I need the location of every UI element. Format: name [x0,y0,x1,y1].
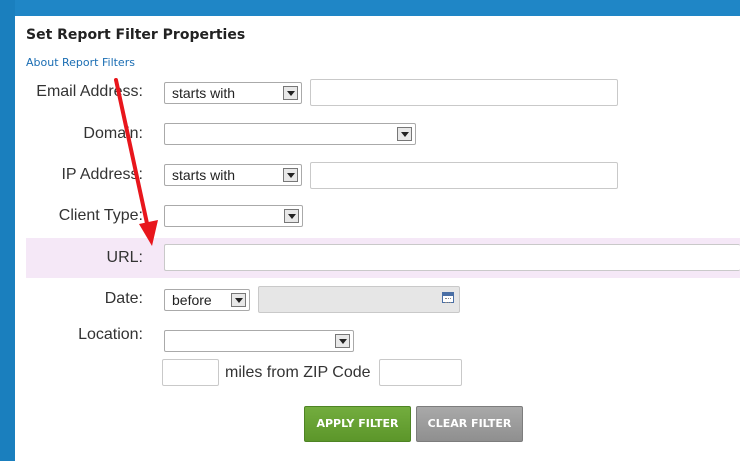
date-input[interactable] [258,286,460,313]
domain-label: Domain: [83,125,143,142]
url-label: URL: [106,249,143,266]
window-frame-left [0,0,15,461]
chevron-down-icon [284,209,299,223]
email-address-label: Email Address: [36,83,143,100]
window-frame-top [0,0,740,16]
email-address-input[interactable] [310,79,618,106]
email-operator-select[interactable]: starts with [164,82,302,104]
client-type-select[interactable] [164,205,303,227]
chevron-down-icon [335,334,350,348]
zip-code-input[interactable] [379,359,462,386]
report-filter-dialog: Set Report Filter Properties About Repor… [15,16,740,461]
zip-label: miles from ZIP Code [225,364,371,381]
chevron-down-icon [283,86,298,100]
date-operator-select[interactable]: before [164,289,250,311]
about-report-filters-link[interactable]: About Report Filters [26,56,135,69]
ip-address-label: IP Address: [61,166,143,183]
domain-select[interactable] [164,123,416,145]
dialog-title: Set Report Filter Properties [26,27,246,43]
ip-address-input[interactable] [310,162,618,189]
location-select[interactable] [164,330,354,352]
chevron-down-icon [397,127,412,141]
email-operator-value: starts with [172,85,236,101]
date-label: Date: [104,290,143,307]
location-label: Location: [78,326,143,343]
chevron-down-icon [231,293,246,307]
calendar-icon[interactable] [442,292,454,303]
url-input[interactable] [164,244,740,271]
client-type-label: Client Type: [58,207,143,224]
apply-filter-button[interactable]: APPLY FILTER [304,406,411,442]
clear-filter-button[interactable]: CLEAR FILTER [416,406,523,442]
ip-operator-select[interactable]: starts with [164,164,302,186]
miles-input[interactable] [162,359,219,386]
ip-operator-value: starts with [172,167,236,183]
date-operator-value: before [172,292,212,308]
chevron-down-icon [283,168,298,182]
